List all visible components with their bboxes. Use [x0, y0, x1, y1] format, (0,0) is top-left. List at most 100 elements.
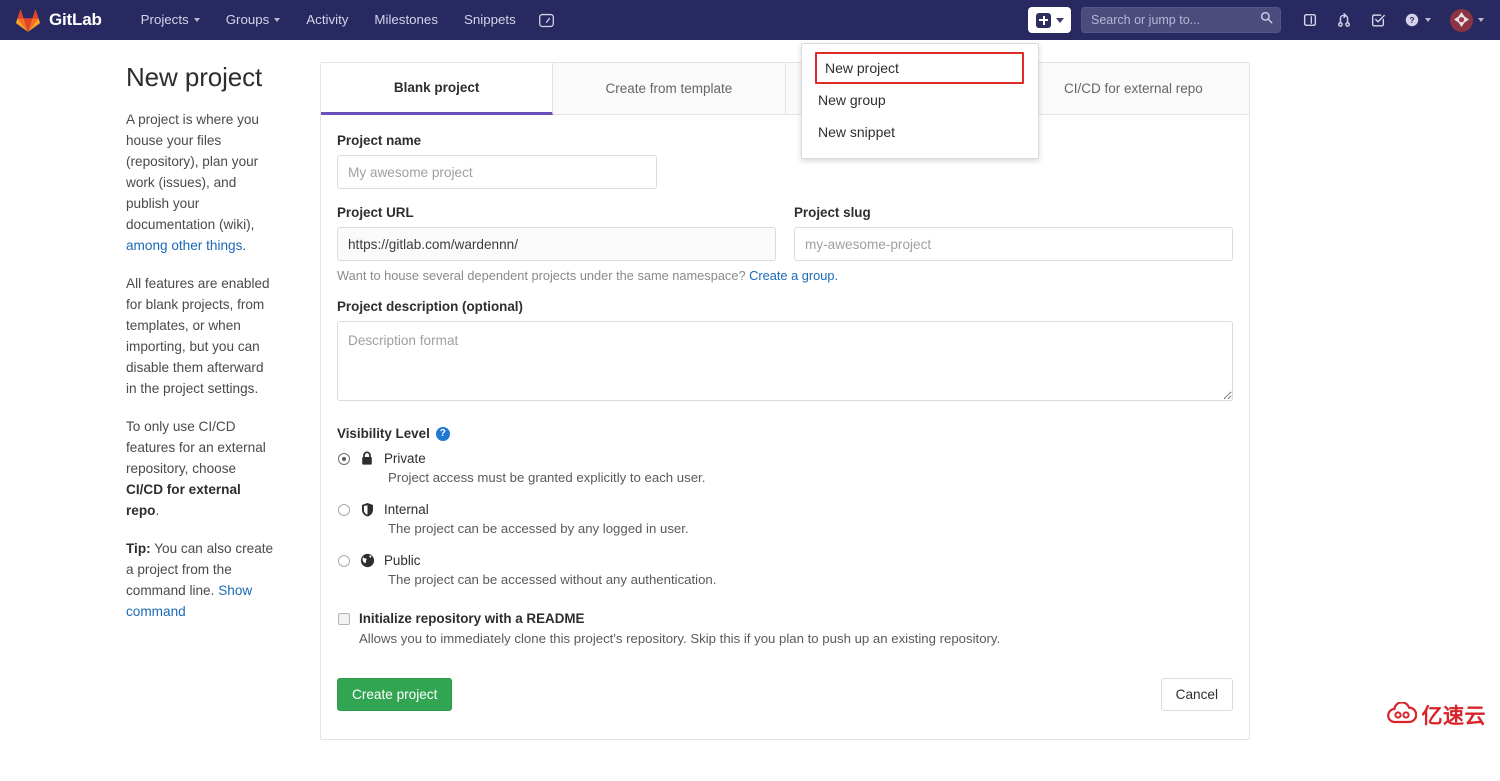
project-description-label: Project description (optional) — [337, 299, 523, 314]
project-url-label: Project URL — [337, 205, 414, 220]
radio-public[interactable] — [338, 554, 350, 567]
project-type-tabs: Blank project Create from template Impor… — [321, 63, 1249, 115]
tip-label: Tip: — [126, 541, 151, 556]
watermark-text: 亿速云 — [1421, 705, 1486, 728]
project-url-field-group: Project URL — [337, 205, 776, 261]
readme-checkbox[interactable] — [338, 612, 350, 625]
shield-icon — [359, 502, 375, 517]
gitlab-logo-icon — [16, 9, 40, 32]
aside-p1-tail: . — [242, 238, 247, 253]
nav-link-activity[interactable]: Activity — [293, 0, 361, 40]
visibility-level-label: Visibility Level — [337, 426, 430, 441]
visibility-internal-title: Internal — [384, 502, 429, 517]
aside-paragraph-3: To only use CI/CD features for an extern… — [126, 416, 276, 521]
namespace-help-text: Want to house several dependent projects… — [337, 268, 1233, 283]
visibility-internal-desc: The project can be accessed by any logge… — [388, 521, 689, 536]
project-slug-label: Project slug — [794, 205, 871, 220]
project-url-input[interactable] — [337, 227, 776, 261]
nav-link-snippets-label: Snippets — [463, 12, 516, 27]
aside-paragraph-1: A project is where you house your files … — [126, 109, 276, 256]
form-actions: Create project Cancel — [337, 678, 1233, 711]
cancel-button[interactable]: Cancel — [1160, 678, 1233, 711]
new-project-form: Project name Project URL Project slug Wa… — [321, 115, 1249, 739]
new-dropdown-menu: New project New group New snippet — [801, 43, 1039, 159]
question-circle-icon[interactable]: ? — [435, 426, 450, 441]
tab-cicd-external-repo[interactable]: CI/CD for external repo — [1018, 63, 1249, 114]
nav-link-projects[interactable]: Projects — [128, 0, 213, 40]
globe-icon — [359, 553, 375, 568]
chevron-down-icon — [1425, 18, 1431, 22]
chevron-down-icon — [1056, 17, 1064, 23]
speedometer-icon[interactable] — [529, 0, 564, 40]
visibility-private-row: Private — [337, 451, 1233, 466]
nav-link-activity-label: Activity — [306, 12, 349, 27]
visibility-option-private[interactable]: Private Project access must be granted e… — [337, 451, 1233, 487]
among-other-things-link[interactable]: among other things — [126, 238, 242, 253]
project-name-field-group: Project name — [337, 133, 1233, 189]
url-slug-row: Project URL Project slug — [337, 205, 1233, 261]
project-name-label: Project name — [337, 133, 422, 148]
avatar — [1450, 8, 1473, 32]
nav-link-groups-label: Groups — [225, 12, 270, 27]
page-sidebar: New project A project is where you house… — [0, 62, 300, 740]
merge-requests-icon[interactable] — [1327, 0, 1361, 40]
readme-checkbox-row[interactable]: Initialize repository with a README — [337, 611, 1233, 626]
namespace-help-label: Want to house several dependent projects… — [337, 268, 750, 283]
readme-description: Allows you to immediately clone this pro… — [359, 631, 1001, 646]
help-icon[interactable]: ? — [1395, 0, 1440, 40]
visibility-public-title: Public — [384, 553, 421, 568]
user-menu[interactable] — [1440, 8, 1488, 32]
nav-link-snippets[interactable]: Snippets — [451, 0, 529, 40]
project-description-textarea[interactable] — [337, 321, 1233, 401]
aside-p3-tail: . — [155, 503, 160, 518]
new-project-panel: Blank project Create from template Impor… — [320, 62, 1250, 740]
project-slug-field-group: Project slug — [794, 205, 1233, 261]
aside-p1-text: A project is where you house your files … — [126, 112, 259, 232]
dropdown-item-new-snippet[interactable]: New snippet — [802, 116, 1038, 148]
visibility-option-public[interactable]: Public The project can be accessed witho… — [337, 553, 1233, 589]
svg-text:?: ? — [1409, 15, 1414, 25]
dropdown-item-new-project[interactable]: New project — [815, 52, 1024, 84]
nav-link-projects-label: Projects — [140, 12, 189, 27]
nav-link-groups[interactable]: Groups — [213, 0, 294, 40]
radio-private[interactable] — [338, 452, 350, 465]
project-description-field-group: Project description (optional) — [337, 299, 1233, 406]
tab-blank-project[interactable]: Blank project — [321, 63, 554, 115]
dropdown-item-new-group[interactable]: New group — [802, 84, 1038, 116]
visibility-public-desc: The project can be accessed without any … — [388, 572, 717, 587]
visibility-private-title: Private — [384, 451, 426, 466]
create-a-group-link[interactable]: Create a group. — [749, 268, 838, 283]
visibility-option-internal[interactable]: Internal The project can be accessed by … — [337, 502, 1233, 538]
aside-p3-text: To only use CI/CD features for an extern… — [126, 419, 266, 476]
nav-links: Projects Groups Activity Milestones Snip… — [128, 0, 564, 40]
todos-icon[interactable] — [1361, 0, 1395, 40]
search-box[interactable] — [1081, 7, 1281, 33]
plus-square-icon — [1036, 12, 1051, 28]
visibility-public-row: Public — [337, 553, 1233, 568]
gitlab-brand[interactable]: GitLab — [16, 9, 102, 32]
visibility-private-desc: Project access must be granted explicitl… — [388, 470, 706, 485]
page-title: New project — [126, 62, 263, 92]
project-slug-input[interactable] — [794, 227, 1233, 261]
watermark: 亿速云 — [1386, 700, 1487, 730]
create-project-button[interactable]: Create project — [337, 678, 453, 711]
nav-link-milestones[interactable]: Milestones — [361, 0, 451, 40]
visibility-level-header: Visibility Level ? — [337, 426, 1233, 441]
readme-label: Initialize repository with a README — [359, 611, 585, 626]
project-name-input[interactable] — [337, 155, 657, 189]
tab-create-from-template[interactable]: Create from template — [553, 63, 786, 114]
chevron-down-icon — [193, 18, 200, 22]
radio-internal[interactable] — [338, 503, 350, 516]
new-dropdown-button[interactable] — [1028, 7, 1071, 33]
page-content: New project A project is where you house… — [0, 40, 1500, 740]
search-input[interactable] — [1081, 7, 1281, 33]
cloud-logo-icon — [1386, 700, 1417, 729]
issues-icon[interactable] — [1293, 0, 1327, 40]
aside-paragraph-4: Tip: You can also create a project from … — [126, 538, 276, 622]
nav-link-milestones-label: Milestones — [374, 12, 438, 27]
cicd-external-repo-bold: CI/CD for external repo — [126, 482, 241, 518]
top-navbar: GitLab Projects Groups Activity Mileston… — [0, 0, 1500, 40]
chevron-down-icon — [274, 18, 281, 22]
brand-label: GitLab — [49, 10, 102, 29]
chevron-down-icon — [1478, 18, 1484, 22]
